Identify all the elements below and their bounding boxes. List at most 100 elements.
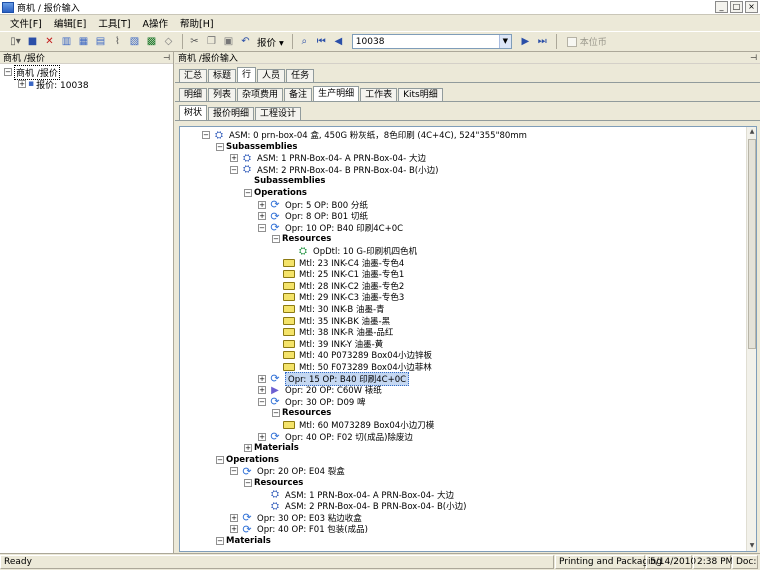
pin-icon[interactable]: ⊣ [750, 53, 757, 62]
tree-node[interactable]: Mtl: 40 P073289 Box04小边锌板 [272, 349, 432, 361]
delete-icon[interactable]: ✕ [42, 34, 57, 49]
tree-node[interactable]: Mtl: 29 INK-C3 油墨-专色3 [272, 291, 404, 303]
tree-node[interactable]: Mtl: 38 INK-R 油墨-品红 [272, 326, 393, 338]
tree-node[interactable]: ⛭ OpDtl: 10 G-印刷机四色机 [286, 245, 417, 258]
tree-node[interactable]: + ⟳ Opr: 15 OP: B40 印刷4C+0C [258, 371, 410, 386]
collapse-icon[interactable]: − [4, 68, 12, 76]
tab-lines-2[interactable]: 杂项费用 [237, 88, 284, 101]
tab-main-3[interactable]: 人员 [257, 69, 286, 82]
collapse-icon[interactable]: − [216, 537, 224, 545]
cut-icon[interactable]: ✂ [187, 34, 202, 49]
menu-help[interactable]: 帮助[H] [180, 16, 214, 30]
attach-icon[interactable]: ⌇ [110, 34, 125, 49]
scroll-up-arrow[interactable]: ▲ [747, 127, 756, 137]
tab-production-1[interactable]: 报价明细 [208, 107, 255, 120]
expand-icon[interactable]: + [258, 200, 266, 209]
tree-section-node[interactable]: − Resources [244, 477, 303, 489]
paste-icon[interactable]: ▣ [221, 34, 236, 49]
tree-node[interactable]: − ⛭ ASM: 0 prn-box-04 盒, 450G 粉灰纸，8色印刷 (4C… [202, 129, 527, 141]
collapse-icon[interactable]: − [272, 235, 280, 244]
tab-main-0[interactable]: 汇总 [179, 69, 208, 82]
tree-section-node[interactable]: − Resources [272, 233, 331, 245]
notes-icon[interactable]: ▧ [127, 34, 142, 49]
menu-actions[interactable]: A操作 [143, 16, 169, 30]
undo-icon[interactable]: ↶ [238, 34, 253, 49]
tree-node[interactable]: − ⛭ ASM: 2 PRN-Box-04- B PRN-Box-04- B(小边) [230, 164, 438, 176]
tab-lines-0[interactable]: 明细 [179, 88, 208, 101]
collapse-icon[interactable]: − [216, 142, 224, 151]
expand-icon[interactable]: + [230, 525, 238, 534]
maximize-button[interactable]: □ [730, 1, 743, 13]
tree-node[interactable]: Mtl: 25 INK-C1 油墨-专色1 [272, 268, 404, 280]
collapse-icon[interactable]: − [202, 131, 210, 139]
tree-node[interactable]: − ⟳ Opr: 10 OP: B40 印刷4C+0C [258, 221, 403, 234]
tree-section-node[interactable]: − Materials [216, 535, 271, 547]
tab-main-2[interactable]: 行 [237, 67, 257, 82]
tree-node[interactable]: Mtl: 60 M073289 Box04小边刀模 [272, 419, 434, 431]
vertical-scrollbar[interactable]: ▲ ▼ [746, 127, 756, 551]
tree-node[interactable]: Mtl: 23 INK-C4 油墨-专色4 [272, 257, 404, 269]
tree-node[interactable]: + ⛭ ASM: 1 PRN-Box-04- A PRN-Box-04- 大边 [230, 152, 426, 164]
collapse-icon[interactable]: − [272, 409, 280, 418]
first-record-icon[interactable]: ⏮ [314, 34, 329, 49]
menu-tools[interactable]: 工具[T] [98, 16, 130, 30]
expand-icon[interactable]: + [230, 154, 238, 163]
grid-icon[interactable]: ▦ [76, 34, 91, 49]
menu-edit[interactable]: 编辑[E] [54, 16, 86, 30]
tab-lines-1[interactable]: 列表 [208, 88, 237, 101]
expand-icon[interactable]: + [258, 212, 266, 221]
expand-icon[interactable]: + [244, 444, 252, 453]
export-excel-icon[interactable]: ▩ [144, 34, 159, 49]
production-tree[interactable]: − ⛭ ASM: 0 prn-box-04 盒, 450G 粉灰纸，8色印刷 (4C… [179, 126, 757, 552]
tree-section-node[interactable]: + Materials [244, 442, 299, 454]
expand-icon[interactable]: + [18, 80, 26, 88]
tree-section-node[interactable]: − Subassemblies [216, 141, 297, 153]
tree-node[interactable]: − ⟳ Opr: 20 OP: E04 裂盒 [230, 465, 345, 478]
tree-node[interactable]: Mtl: 28 INK-C2 油墨-专色2 [272, 280, 404, 292]
record-selector-combo[interactable]: 10038 ▼ [351, 34, 512, 49]
previous-record-icon[interactable]: ◀ [331, 34, 346, 49]
tab-main-1[interactable]: 标题 [208, 69, 237, 82]
collapse-icon[interactable]: − [244, 479, 252, 487]
collapse-icon[interactable]: − [230, 467, 238, 476]
save-icon[interactable]: ■ [25, 34, 40, 49]
quote-menu-button[interactable]: 报价 ▾ [257, 35, 284, 49]
collapse-icon[interactable]: − [258, 397, 266, 406]
expand-icon[interactable]: + [258, 386, 266, 395]
tab-lines-5[interactable]: 工作表 [360, 88, 398, 101]
left-tree-item[interactable]: − 商机 /报价 [0, 64, 173, 80]
scroll-thumb[interactable] [748, 139, 756, 349]
tree-node[interactable]: + ⟳ Opr: 40 OP: F02 切(成品)除废边 [258, 430, 413, 443]
checkbox-box[interactable] [566, 36, 577, 47]
tree-node[interactable]: − ⟳ Opr: 30 OP: D09 啤 [258, 395, 365, 408]
tab-production-0[interactable]: 树状 [179, 105, 208, 120]
tree-node[interactable]: Mtl: 39 INK-Y 油墨-黄 [272, 338, 383, 350]
close-button[interactable]: × [745, 1, 758, 13]
expand-icon[interactable]: + [258, 374, 266, 383]
base-currency-checkbox[interactable]: 本位币 [566, 35, 607, 48]
tree-node[interactable]: ⛭ ASM: 2 PRN-Box-04- B PRN-Box-04- B(小边) [258, 500, 466, 513]
tab-main-4[interactable]: 任务 [286, 69, 315, 82]
tree-section-node[interactable]: − Resources [272, 407, 331, 419]
collapse-icon[interactable]: − [216, 455, 224, 464]
tree-node[interactable]: ⛭ ASM: 1 PRN-Box-04- A PRN-Box-04- 大边 [258, 489, 454, 501]
tree-node[interactable]: Mtl: 30 INK-B 油墨-青 [272, 303, 385, 315]
expand-icon[interactable]: + [230, 513, 238, 522]
copy-icon[interactable]: ❐ [204, 34, 219, 49]
tab-lines-3[interactable]: 备注 [284, 88, 313, 101]
collapse-icon[interactable]: − [230, 165, 238, 174]
menu-file[interactable]: 文件[F] [10, 16, 42, 30]
book-icon[interactable]: ▥ [59, 34, 74, 49]
tree-section-node[interactable]: Subassemblies [244, 175, 325, 187]
collapse-icon[interactable]: − [258, 223, 266, 232]
scroll-down-arrow[interactable]: ▼ [747, 541, 756, 551]
tab-lines-6[interactable]: Kits明细 [398, 88, 443, 101]
tab-production-2[interactable]: 工程设计 [255, 107, 302, 120]
last-record-icon[interactable]: ⏭ [535, 34, 550, 49]
expand-icon[interactable]: + [258, 432, 266, 441]
tree-node[interactable]: + ⟳ Opr: 40 OP: F01 包装(成品) [230, 523, 368, 536]
new-document-icon[interactable]: ▯▾ [8, 34, 23, 49]
list-icon[interactable]: ▤ [93, 34, 108, 49]
chevron-down-icon[interactable]: ▼ [498, 35, 511, 48]
tab-lines-4[interactable]: 生产明细 [313, 86, 360, 101]
